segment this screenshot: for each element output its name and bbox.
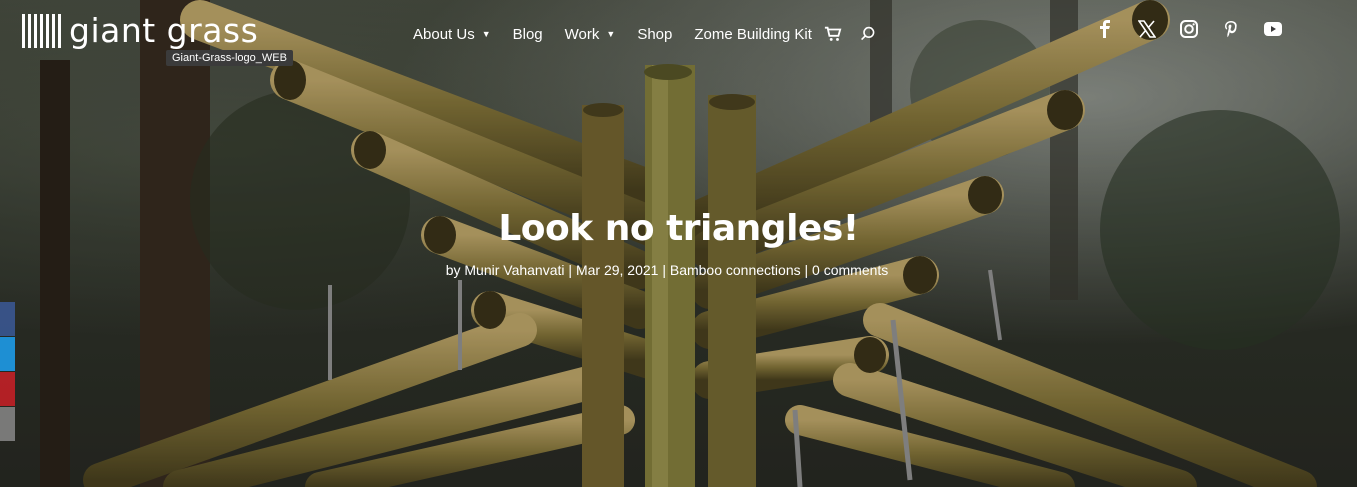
- x-icon[interactable]: [1138, 20, 1156, 38]
- chevron-down-icon: ▼: [481, 29, 491, 39]
- post-title: Look no triangles!: [498, 208, 859, 249]
- comments-link[interactable]: 0 comments: [812, 262, 888, 278]
- nav-label: Blog: [512, 25, 543, 43]
- meta-separator: |: [658, 262, 670, 278]
- nav-item-work[interactable]: Work ▼: [565, 26, 616, 43]
- share-facebook-button[interactable]: [0, 302, 15, 336]
- meta-separator: |: [564, 262, 576, 278]
- nav-label: Shop: [637, 25, 673, 43]
- author-link[interactable]: Munir Vahanvati: [464, 262, 564, 278]
- site-header: giant grass Giant-Grass-logo_WEB About U…: [0, 0, 1357, 70]
- nav-item-blog[interactable]: Blog: [513, 26, 543, 43]
- meta-separator: |: [800, 262, 813, 278]
- nav-label: Work: [564, 25, 600, 43]
- nav-item-zome-building-kit[interactable]: Zome Building Kit: [694, 26, 812, 43]
- facebook-icon[interactable]: [1096, 20, 1114, 38]
- share-pinterest-button[interactable]: [0, 372, 15, 406]
- search-icon[interactable]: [860, 26, 876, 42]
- social-links: [1096, 20, 1282, 38]
- logo-mark: [22, 14, 61, 48]
- instagram-icon[interactable]: [1180, 20, 1198, 38]
- nav-label: Zome Building Kit: [694, 25, 812, 43]
- logo-text: giant grass: [69, 11, 259, 50]
- share-twitter-button[interactable]: [0, 337, 15, 371]
- social-share-bar: [0, 302, 15, 442]
- nav-item-about-us[interactable]: About Us ▼: [413, 26, 491, 43]
- youtube-icon[interactable]: [1264, 20, 1282, 38]
- main-nav: About Us ▼ Blog Work ▼ Shop Zome Buildin…: [413, 25, 876, 43]
- post-meta: by Munir Vahanvati | Mar 29, 2021 | Bamb…: [0, 262, 1334, 278]
- cart-icon[interactable]: [824, 25, 842, 43]
- chevron-down-icon: ▼: [606, 29, 616, 39]
- nav-item-shop[interactable]: Shop: [637, 26, 672, 43]
- logo-tooltip: Giant-Grass-logo_WEB: [166, 50, 293, 66]
- post-date: Mar 29, 2021: [575, 262, 659, 278]
- meta-by: by: [445, 262, 465, 278]
- pinterest-icon[interactable]: [1222, 20, 1240, 38]
- category-link[interactable]: Bamboo connections: [670, 262, 801, 278]
- site-logo[interactable]: giant grass: [22, 14, 258, 48]
- share-more-button[interactable]: [0, 407, 15, 441]
- nav-label: About Us: [413, 25, 475, 43]
